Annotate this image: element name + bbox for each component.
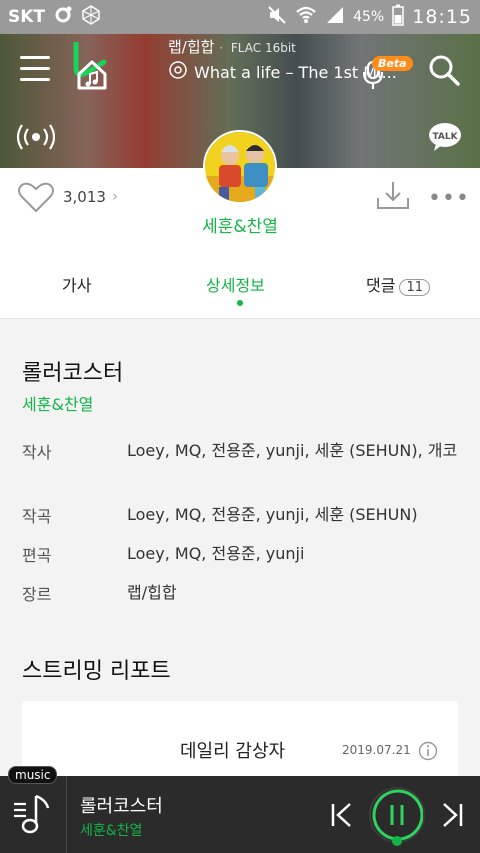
beta-badge: Beta	[372, 56, 413, 71]
tab-lyrics[interactable]: 가사	[62, 272, 91, 296]
player-separator	[66, 776, 67, 853]
next-track-icon[interactable]	[440, 802, 464, 832]
lyricist-label: 작사	[22, 443, 52, 462]
status-bar: SKT 45% 18:15	[0, 0, 480, 34]
download-icon[interactable]	[376, 180, 410, 214]
like-count[interactable]: 3,013	[63, 188, 106, 206]
chevron-right-icon[interactable]: ›	[112, 187, 118, 205]
song-title: 롤러코스터	[22, 361, 124, 386]
comment-count-badge: 11	[399, 279, 430, 296]
player-song-title[interactable]: 롤러코스터	[80, 792, 163, 818]
battery-icon	[392, 4, 404, 31]
mini-player[interactable]: music 롤러코스터 세훈&찬열	[0, 766, 480, 853]
melon-home-logo-icon[interactable]	[70, 39, 140, 106]
quality-label: FLAC 16bit	[230, 41, 296, 55]
pause-button[interactable]	[369, 787, 425, 843]
info-icon[interactable]	[418, 741, 438, 765]
battery-label: 45%	[353, 9, 385, 25]
genre-line: 랩/힙합 · FLAC 16bit	[168, 36, 296, 57]
report-date: 2019.07.21	[342, 743, 411, 757]
playback-progress-dot	[392, 836, 402, 846]
tab-comments[interactable]: 댓글 11	[366, 272, 430, 296]
song-info-section: 3,013 › 세훈&찬열 ••• 가사 상세정보 댓글 11	[0, 130, 480, 318]
previous-track-icon[interactable]	[330, 802, 354, 832]
composer-value: Loey, MQ, 전용준, yunji, 세훈 (SEHUN)	[127, 505, 418, 524]
more-options-icon[interactable]: •••	[428, 186, 470, 211]
arranger-label: 편곡	[22, 546, 52, 565]
carrier-label: SKT	[8, 7, 46, 27]
genre-row-label: 장르	[22, 585, 52, 604]
clock: 18:15	[412, 6, 472, 28]
playlist-icon[interactable]	[12, 790, 54, 840]
mute-icon	[267, 5, 287, 30]
talk-label: TALK	[432, 132, 458, 142]
tab-comments-label: 댓글	[366, 276, 396, 295]
artist-name-link[interactable]: 세훈&찬열	[0, 212, 480, 237]
broadcast-icon[interactable]	[16, 122, 56, 156]
album-art[interactable]	[203, 130, 277, 204]
menu-icon[interactable]	[20, 56, 50, 82]
arranger-value: Loey, MQ, 전용준, yunji	[127, 544, 305, 563]
composer-label: 작곡	[22, 507, 52, 526]
lyricist-value: Loey, MQ, 전용준, yunji, 세훈 (SEHUN), 개코	[127, 441, 458, 460]
kakao-talk-share-icon[interactable]: TALK	[428, 122, 462, 156]
music-badge: music	[8, 766, 58, 784]
genre-label: 랩/힙합	[168, 38, 215, 56]
active-tab-indicator	[237, 300, 243, 306]
genre-row-value: 랩/힙합	[127, 583, 177, 602]
sync-icon	[53, 5, 73, 30]
app-notification-icon	[81, 4, 101, 30]
daily-listeners-card: 데일리 감상자 2019.07.21	[22, 701, 458, 776]
search-icon[interactable]	[428, 54, 460, 90]
tab-bar: 가사 상세정보 댓글 11	[0, 268, 480, 318]
signal-icon	[325, 5, 345, 30]
player-artist[interactable]: 세훈&찬열	[80, 820, 142, 840]
song-detail-section: 롤러코스터 세훈&찬열 작사 Loey, MQ, 전용준, yunji, 세훈 …	[0, 319, 480, 629]
report-title: 스트리밍 리포트	[22, 659, 171, 684]
disc-icon	[168, 60, 188, 84]
streaming-report-section: 스트리밍 리포트 데일리 감상자 2019.07.21	[0, 629, 480, 776]
dot-separator: ·	[219, 41, 227, 55]
daily-listeners-title: 데일리 감상자	[180, 741, 286, 762]
wifi-icon	[295, 5, 317, 30]
tab-details[interactable]: 상세정보	[206, 272, 265, 296]
song-artist-link[interactable]: 세훈&찬열	[22, 391, 93, 415]
